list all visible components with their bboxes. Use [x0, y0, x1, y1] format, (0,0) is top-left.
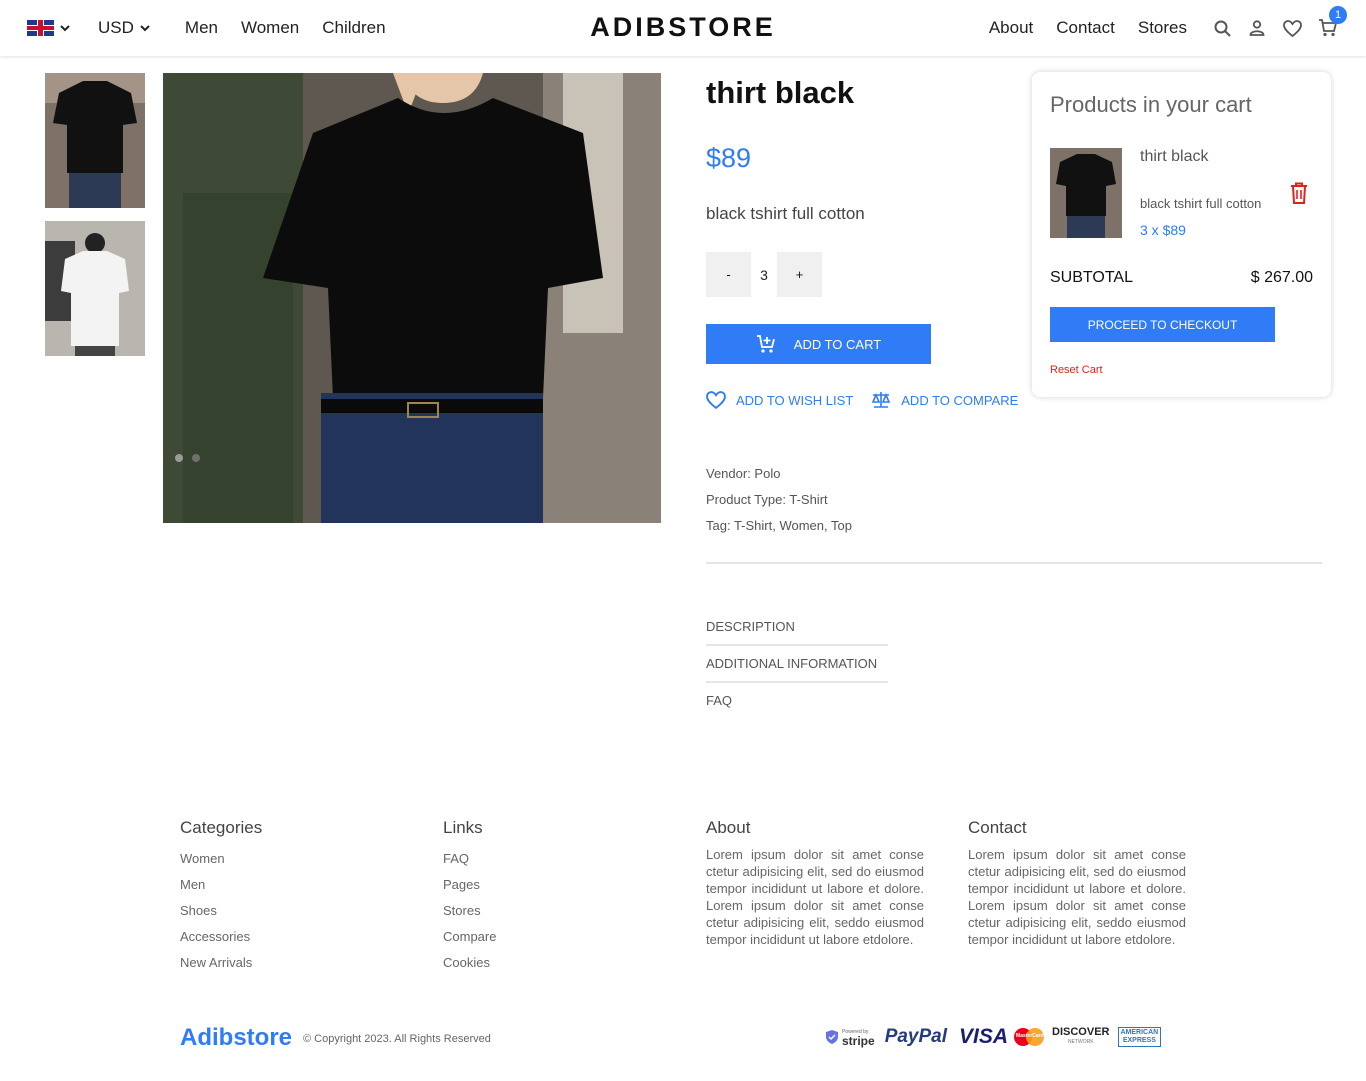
tshirt-model-image [163, 73, 661, 523]
footer-link-cookies[interactable]: Cookies [443, 950, 661, 976]
discover-logo: DISCOVER NETWORK [1052, 1027, 1109, 1047]
footer-brand[interactable]: Adibstore [180, 1024, 292, 1052]
amex-logo: AMERICAN EXPRESS [1117, 1027, 1162, 1047]
add-to-compare-link[interactable]: ADD TO COMPARE [871, 391, 1018, 409]
footer-about-title: About [706, 818, 751, 837]
footer-link-accessories[interactable]: Accessories [180, 924, 398, 950]
quantity-decrease-button[interactable]: - [706, 252, 751, 297]
visa-logo: VISA [959, 1025, 1009, 1048]
add-to-compare-label: ADD TO COMPARE [901, 392, 1019, 408]
section-divider [706, 562, 1322, 564]
footer-contact-text: Lorem ipsum dolor sit amet conse ctetur … [968, 847, 1186, 947]
subtotal-value: $ 267.00 [1250, 269, 1313, 286]
product-vendor: Vendor: Polo [706, 466, 781, 481]
product-description: black tshirt full cotton [706, 204, 865, 223]
footer-categories: Categories Women Men Shoes Accessories N… [180, 818, 398, 976]
footer-links: Links FAQ Pages Stores Compare Cookies [443, 818, 661, 976]
product-price: $89 [706, 143, 752, 173]
product-main-image[interactable] [163, 73, 661, 523]
user-icon [1249, 20, 1265, 36]
tab-faq[interactable]: FAQ [706, 693, 888, 718]
footer-link-stores[interactable]: Stores [443, 898, 661, 924]
cart-count-badge: 1 [1329, 6, 1347, 24]
discover-label: DISCOVER [1052, 1026, 1110, 1038]
cart-item-quantity-price: 3 x $89 [1140, 222, 1186, 238]
product-thumbnail-front[interactable] [45, 73, 145, 208]
account-button[interactable] [1247, 18, 1267, 38]
heart-icon [706, 391, 726, 409]
paypal-logo: PayPal [884, 1026, 948, 1047]
footer-link-compare[interactable]: Compare [443, 924, 661, 950]
add-to-wishlist-label: ADD TO WISH LIST [736, 392, 854, 408]
discover-network: NETWORK [1067, 1039, 1094, 1045]
amex-bottom: EXPRESS [1122, 1037, 1156, 1044]
stripe-label: stripe [842, 1034, 875, 1048]
nav-link-stores[interactable]: Stores [1138, 18, 1187, 38]
tab-additional-information[interactable]: ADDITIONAL INFORMATION [706, 656, 888, 683]
search-icon [1214, 20, 1231, 37]
quantity-value: 3 [760, 266, 768, 283]
stripe-badge: Powered by stripe [826, 1028, 875, 1048]
nav-link-contact[interactable]: Contact [1056, 18, 1115, 38]
footer-link-new-arrivals[interactable]: New Arrivals [180, 950, 398, 976]
quantity-stepper: - 3 + [706, 252, 822, 297]
cart-panel: Products in your cart thirt black black … [1032, 72, 1331, 397]
cart-item-image [1050, 148, 1122, 238]
proceed-to-checkout-button[interactable]: PROCEED TO CHECKOUT [1050, 307, 1275, 342]
product-type: Product Type: T-Shirt [706, 492, 828, 507]
search-button[interactable] [1212, 18, 1232, 38]
footer-categories-title: Categories [180, 818, 263, 837]
footer-link-men[interactable]: Men [180, 872, 398, 898]
footer-link-faq[interactable]: FAQ [443, 846, 661, 872]
add-to-cart-button[interactable]: ADD TO CART [706, 324, 931, 364]
footer-links-title: Links [443, 818, 483, 837]
footer-about: About Lorem ipsum dolor sit amet conse c… [706, 818, 924, 948]
product-tags: Tag: T-Shirt, Women, Top [706, 518, 852, 533]
remove-cart-item-button[interactable] [1290, 182, 1308, 209]
add-to-wishlist-link[interactable]: ADD TO WISH LIST [706, 391, 853, 409]
footer-link-women[interactable]: Women [180, 846, 398, 872]
wishlist-button[interactable] [1282, 18, 1302, 38]
cart-button[interactable]: 1 [1317, 6, 1347, 38]
secondary-actions: ADD TO WISH LIST ADD TO COMPARE [706, 391, 1036, 409]
footer-contact: Contact Lorem ipsum dolor sit amet conse… [968, 818, 1186, 948]
footer-contact-title: Contact [968, 818, 1027, 837]
footer-link-shoes[interactable]: Shoes [180, 898, 398, 924]
product-thumbnail-back[interactable] [45, 221, 145, 356]
tshirt-front-image [45, 73, 145, 208]
trash-icon [1291, 182, 1307, 204]
cart-item-title: thirt black [1140, 148, 1209, 165]
tab-description[interactable]: DESCRIPTION [706, 619, 888, 646]
add-to-cart-label: ADD TO CART [793, 336, 882, 352]
amex-top: AMERICAN [1120, 1029, 1159, 1036]
add-cart-icon [756, 335, 775, 353]
top-navbar: USD Men Women Children ADIBSTORE About C… [0, 0, 1366, 56]
footer-about-text: Lorem ipsum dolor sit amet conse ctetur … [706, 847, 924, 947]
subtotal-label: SUBTOTAL [1050, 269, 1133, 286]
shield-icon [826, 1030, 838, 1044]
reset-cart-link[interactable]: Reset Cart [1050, 364, 1103, 376]
payment-methods: Powered by stripe PayPal VISA MasterCard… [826, 1025, 1162, 1049]
nav-right: About Contact Stores 1 [989, 0, 1366, 56]
quantity-increase-button[interactable]: + [777, 252, 822, 297]
product-title: thirt black [706, 75, 855, 110]
footer-link-pages[interactable]: Pages [443, 872, 661, 898]
balance-scale-icon [872, 392, 891, 408]
cart-panel-heading: Products in your cart [1050, 92, 1252, 117]
cart-item-description: black tshirt full cotton [1140, 196, 1262, 211]
heart-icon [1282, 19, 1302, 37]
mastercard-logo: MasterCard [1014, 1027, 1045, 1047]
footer-copyright: © Copyright 2023. All Rights Reserved [303, 1033, 491, 1045]
tshirt-front-image [1050, 148, 1122, 238]
mastercard-label: MasterCard [1016, 1033, 1044, 1039]
nav-link-about[interactable]: About [989, 18, 1033, 38]
tshirt-back-image [45, 221, 145, 356]
